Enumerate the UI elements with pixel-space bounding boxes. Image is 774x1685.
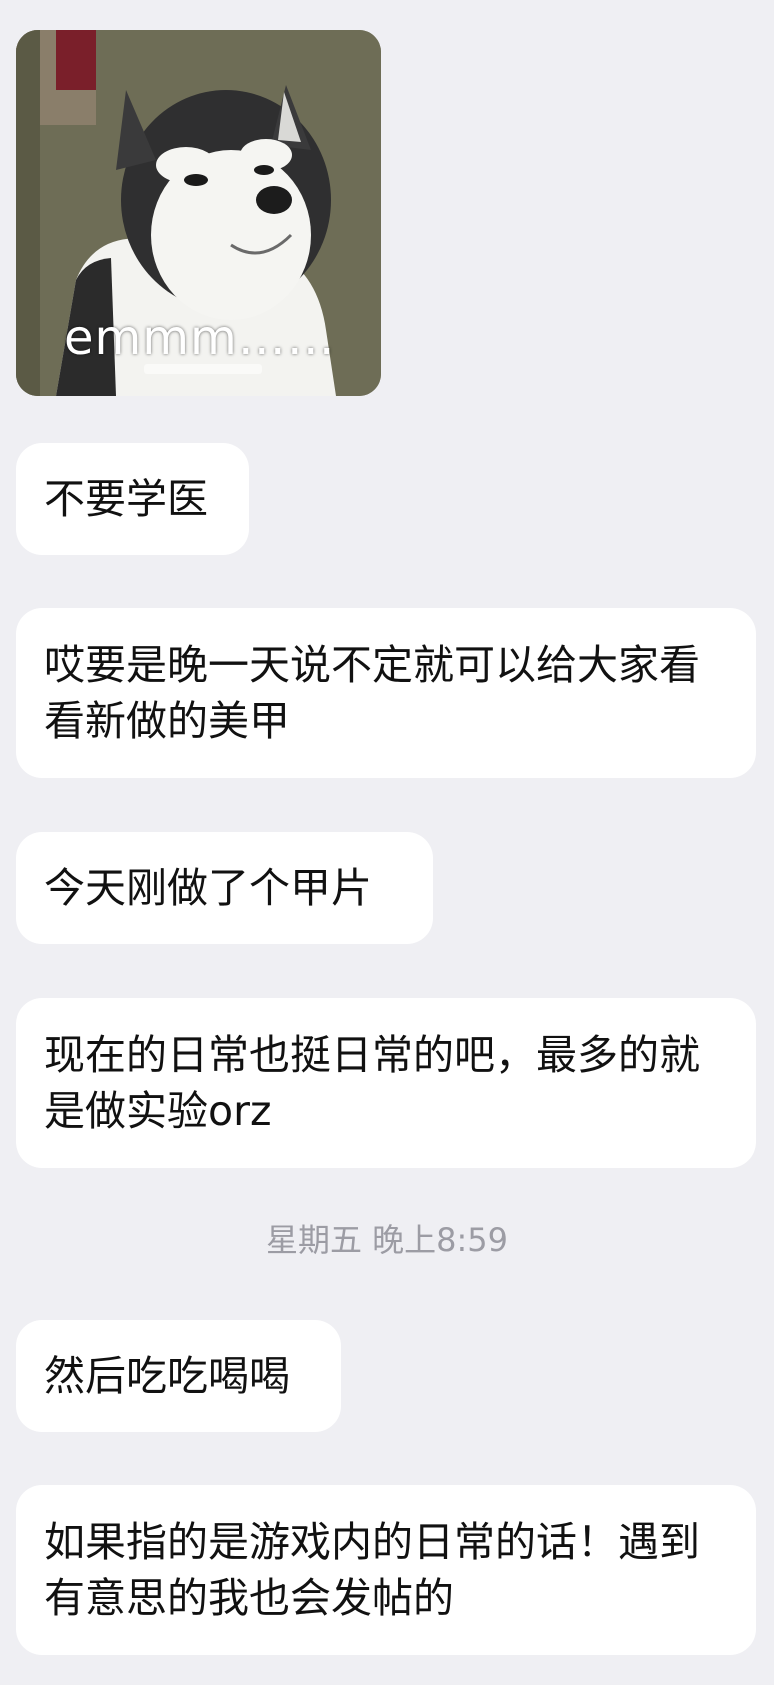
message-bubble[interactable]: 哎要是晚一天说不定就可以给大家看看新做的美甲 (16, 608, 756, 778)
husky-sticker-image[interactable]: emmm…… (16, 30, 381, 396)
message-text: 现在的日常也挺日常的吧，最多的就是做实验orz (44, 1031, 700, 1135)
chat-thread[interactable]: emmm…… 不要学医 哎要是晚一天说不定就可以给大家看看新做的美甲 今天刚做了… (0, 0, 774, 1685)
sticker-watermark (144, 364, 262, 374)
message-bubble[interactable]: 然后吃吃喝喝 (16, 1320, 341, 1432)
message-bubble[interactable]: 不要学医 (16, 443, 249, 555)
message-text: 然后吃吃喝喝 (44, 1352, 290, 1400)
message-text: 今天刚做了个甲片 (44, 864, 372, 912)
message-bubble[interactable]: 现在的日常也挺日常的吧，最多的就是做实验orz (16, 998, 756, 1168)
message-bubble[interactable]: 如果指的是游戏内的日常的话！遇到有意思的我也会发帖的 (16, 1485, 756, 1655)
sticker-caption: emmm…… (64, 310, 336, 366)
message-timestamp: 星期五 晚上8:59 (265, 1221, 509, 1259)
message-text: 如果指的是游戏内的日常的话！遇到有意思的我也会发帖的 (44, 1518, 700, 1622)
message-text: 不要学医 (44, 475, 208, 523)
message-text: 哎要是晚一天说不定就可以给大家看看新做的美甲 (44, 641, 700, 745)
message-bubble[interactable]: 今天刚做了个甲片 (16, 832, 433, 944)
